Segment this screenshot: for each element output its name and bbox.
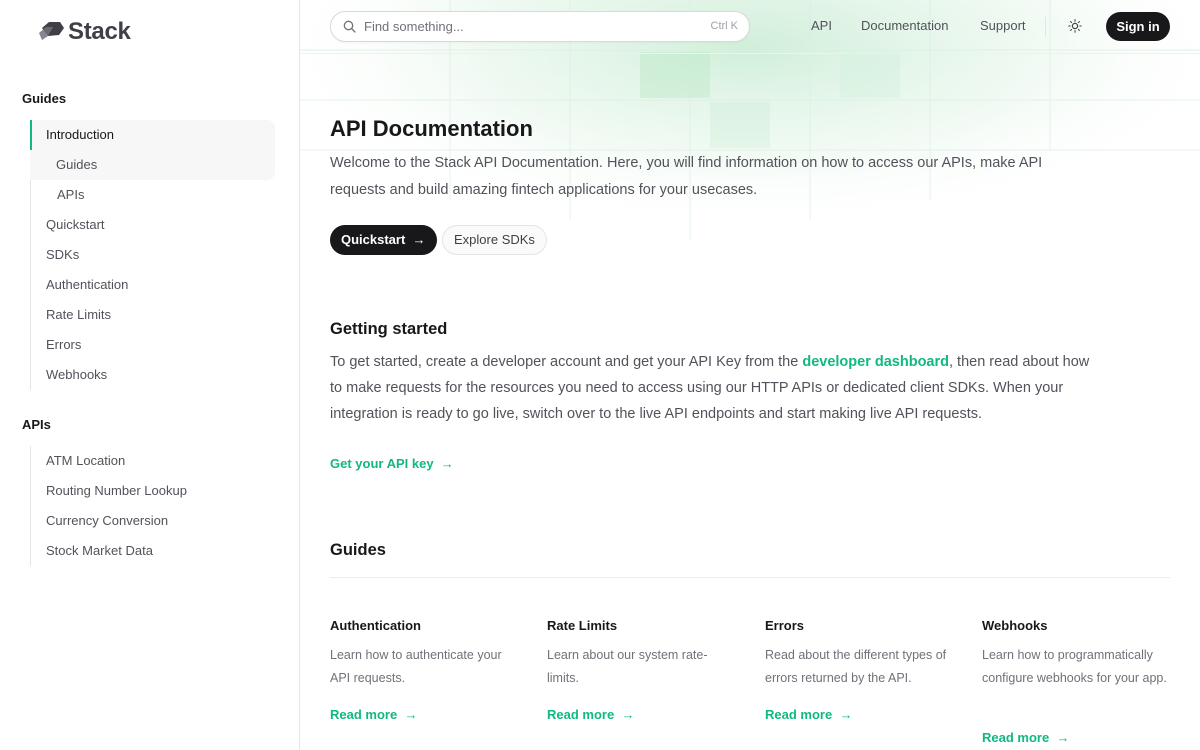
sidebar: Stack Guides Introduction Guides APIs Qu… (0, 0, 300, 750)
stack-logo-icon (39, 22, 64, 40)
read-more-link[interactable]: Read more → (982, 730, 1069, 745)
search-input[interactable]: Find something... Ctrl K (330, 11, 750, 42)
read-more-link[interactable]: Read more → (330, 707, 417, 722)
guide-card-description: Learn how to programmatically configure … (982, 648, 1167, 685)
guide-card-authentication: Authentication Learn how to authenticate… (330, 618, 520, 722)
sun-icon[interactable] (1068, 19, 1082, 33)
arrow-right-icon: → (400, 707, 418, 722)
topnav-api[interactable]: API (811, 18, 832, 33)
read-more-label: Read more (982, 730, 1050, 745)
nav-heading-guides: Guides (22, 91, 67, 106)
sidebar-item-quickstart[interactable]: Quickstart (31, 210, 275, 240)
guide-card-title: Rate Limits (547, 618, 618, 633)
arrow-right-icon: → (835, 707, 853, 722)
getting-started-paragraph: To get started, create a developer accou… (330, 349, 1090, 427)
sidebar-item-currency-conversion[interactable]: Currency Conversion (31, 506, 275, 536)
search-icon (343, 20, 356, 33)
nav-group-guides: Introduction Guides APIs Quickstart SDKs… (30, 120, 275, 390)
guide-card-title: Errors (765, 618, 805, 633)
search-shortcut: Ctrl K (710, 20, 739, 32)
arrow-right-icon: → (437, 456, 454, 471)
guide-card-description: Read about the different types of errors… (765, 648, 947, 685)
quickstart-button[interactable]: Quickstart → (330, 225, 437, 255)
guide-card-rate-limits: Rate Limits Learn about our system rate-… (547, 618, 737, 722)
guides-divider (330, 577, 1170, 578)
guide-card-webhooks: Webhooks Learn how to programmatically c… (982, 618, 1172, 745)
nav-heading-apis: APIs (22, 417, 51, 432)
arrow-right-icon: → (408, 232, 426, 247)
active-nav-block: Introduction Guides (30, 120, 275, 180)
guide-card-description: Learn about our system rate-limits. (547, 648, 708, 685)
read-more-link[interactable]: Read more → (765, 707, 852, 722)
developer-dashboard-link[interactable]: developer dashboard (802, 354, 949, 370)
get-api-key-label: Get your API key (330, 456, 434, 471)
sidebar-item-sdks[interactable]: SDKs (31, 240, 275, 270)
brand-name: Stack (68, 18, 131, 45)
guide-card-title: Webhooks (982, 618, 1048, 633)
sidebar-item-authentication[interactable]: Authentication (31, 270, 275, 300)
guide-card-errors: Errors Read about the different types of… (765, 618, 955, 722)
read-more-link[interactable]: Read more → (547, 707, 634, 722)
guide-card-description: Learn how to authenticate your API reque… (330, 648, 502, 685)
header-divider (1045, 17, 1046, 37)
sidebar-item-stock-market-data[interactable]: Stock Market Data (31, 536, 275, 566)
sidebar-item-atm-location[interactable]: ATM Location (31, 446, 275, 476)
logo[interactable]: Stack (38, 17, 131, 47)
topnav-documentation[interactable]: Documentation (861, 18, 948, 33)
sidebar-item-routing-number-lookup[interactable]: Routing Number Lookup (31, 476, 275, 506)
read-more-label: Read more (330, 707, 398, 722)
sidebar-item-webhooks[interactable]: Webhooks (31, 360, 275, 390)
get-api-key-link[interactable]: Get your API key → (330, 456, 454, 471)
sidebar-item-errors[interactable]: Errors (31, 330, 275, 360)
getting-started-text-start: To get started, create a developer accou… (330, 354, 803, 370)
nav-group-apis: ATM Location Routing Number Lookup Curre… (30, 446, 275, 566)
guides-heading: Guides (330, 541, 386, 559)
sidebar-item-guides-sub[interactable]: Guides (30, 150, 275, 180)
sidebar-item-introduction[interactable]: Introduction (30, 120, 275, 150)
sidebar-item-rate-limits[interactable]: Rate Limits (31, 300, 275, 330)
page-title: API Documentation (330, 116, 533, 141)
top-bar: Find something... Ctrl K API Documentati… (300, 0, 1200, 54)
topnav-support[interactable]: Support (980, 18, 1026, 33)
arrow-right-icon: → (617, 707, 635, 722)
intro-paragraph: Welcome to the Stack API Documentation. … (330, 155, 1043, 198)
sidebar-item-apis-sub[interactable]: APIs (31, 180, 275, 210)
explore-sdks-button[interactable]: Explore SDKs (442, 225, 547, 255)
arrow-right-icon: → (1052, 730, 1070, 745)
search-placeholder: Find something... (364, 19, 464, 34)
read-more-label: Read more (765, 707, 833, 722)
guide-card-title: Authentication (330, 618, 421, 633)
quickstart-button-label: Quickstart (341, 232, 406, 247)
read-more-label: Read more (547, 707, 615, 722)
getting-started-heading: Getting started (330, 320, 448, 338)
sign-in-button[interactable]: Sign in (1106, 12, 1170, 41)
